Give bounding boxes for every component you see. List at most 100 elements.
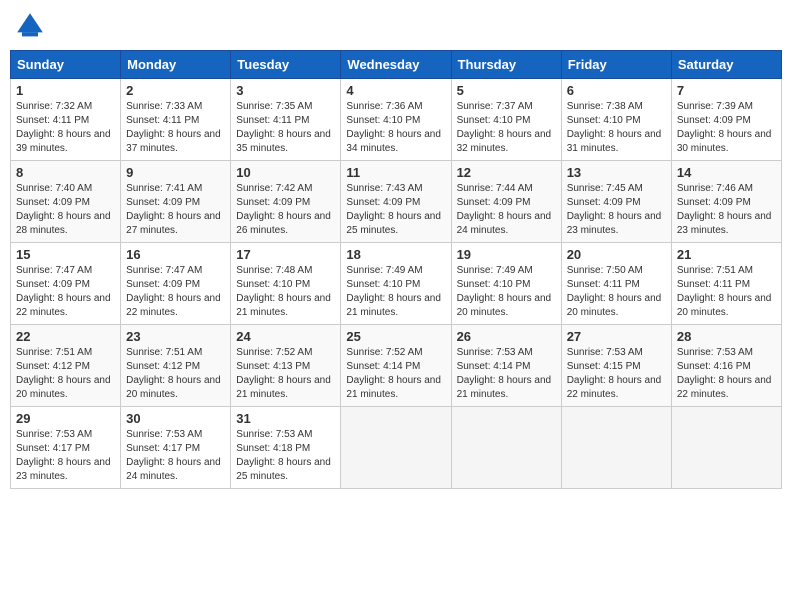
calendar-cell: 17 Sunrise: 7:48 AM Sunset: 4:10 PM Dayl… <box>231 243 341 325</box>
day-info: Sunrise: 7:47 AM Sunset: 4:09 PM Dayligh… <box>126 264 225 320</box>
daylight-label: Daylight: 8 hours and 21 minutes. <box>236 375 331 400</box>
calendar-cell: 9 Sunrise: 7:41 AM Sunset: 4:09 PM Dayli… <box>121 161 231 243</box>
sunrise-label: Sunrise: 7:51 AM <box>677 265 753 276</box>
sunrise-label: Sunrise: 7:39 AM <box>677 101 753 112</box>
daylight-label: Daylight: 8 hours and 22 minutes. <box>567 375 662 400</box>
weekday-header-saturday: Saturday <box>671 51 781 79</box>
calendar-cell: 31 Sunrise: 7:53 AM Sunset: 4:18 PM Dayl… <box>231 407 341 489</box>
weekday-header-thursday: Thursday <box>451 51 561 79</box>
sunset-label: Sunset: 4:17 PM <box>126 443 200 454</box>
sunrise-label: Sunrise: 7:46 AM <box>677 183 753 194</box>
sunrise-label: Sunrise: 7:42 AM <box>236 183 312 194</box>
calendar-cell: 19 Sunrise: 7:49 AM Sunset: 4:10 PM Dayl… <box>451 243 561 325</box>
daylight-label: Daylight: 8 hours and 25 minutes. <box>346 211 441 236</box>
day-number: 26 <box>457 329 556 344</box>
page-header <box>10 10 782 42</box>
day-info: Sunrise: 7:37 AM Sunset: 4:10 PM Dayligh… <box>457 100 556 156</box>
daylight-label: Daylight: 8 hours and 24 minutes. <box>457 211 552 236</box>
sunset-label: Sunset: 4:16 PM <box>677 361 751 372</box>
daylight-label: Daylight: 8 hours and 25 minutes. <box>236 457 331 482</box>
daylight-label: Daylight: 8 hours and 20 minutes. <box>457 293 552 318</box>
day-number: 29 <box>16 411 115 426</box>
sunset-label: Sunset: 4:18 PM <box>236 443 310 454</box>
day-info: Sunrise: 7:32 AM Sunset: 4:11 PM Dayligh… <box>16 100 115 156</box>
calendar-week-1: 1 Sunrise: 7:32 AM Sunset: 4:11 PM Dayli… <box>11 79 782 161</box>
calendar-cell: 18 Sunrise: 7:49 AM Sunset: 4:10 PM Dayl… <box>341 243 451 325</box>
sunrise-label: Sunrise: 7:53 AM <box>16 429 92 440</box>
sunset-label: Sunset: 4:17 PM <box>16 443 90 454</box>
daylight-label: Daylight: 8 hours and 24 minutes. <box>126 457 221 482</box>
sunset-label: Sunset: 4:11 PM <box>126 115 199 126</box>
weekday-header-sunday: Sunday <box>11 51 121 79</box>
daylight-label: Daylight: 8 hours and 21 minutes. <box>346 293 441 318</box>
day-number: 21 <box>677 247 776 262</box>
day-number: 5 <box>457 83 556 98</box>
sunset-label: Sunset: 4:09 PM <box>457 197 531 208</box>
daylight-label: Daylight: 8 hours and 20 minutes. <box>677 293 772 318</box>
calendar-cell: 14 Sunrise: 7:46 AM Sunset: 4:09 PM Dayl… <box>671 161 781 243</box>
day-info: Sunrise: 7:44 AM Sunset: 4:09 PM Dayligh… <box>457 182 556 238</box>
day-number: 19 <box>457 247 556 262</box>
calendar-cell: 29 Sunrise: 7:53 AM Sunset: 4:17 PM Dayl… <box>11 407 121 489</box>
day-number: 4 <box>346 83 445 98</box>
daylight-label: Daylight: 8 hours and 30 minutes. <box>677 129 772 154</box>
calendar-week-3: 15 Sunrise: 7:47 AM Sunset: 4:09 PM Dayl… <box>11 243 782 325</box>
day-number: 8 <box>16 165 115 180</box>
calendar-cell: 11 Sunrise: 7:43 AM Sunset: 4:09 PM Dayl… <box>341 161 451 243</box>
day-info: Sunrise: 7:45 AM Sunset: 4:09 PM Dayligh… <box>567 182 666 238</box>
sunset-label: Sunset: 4:10 PM <box>346 279 420 290</box>
sunrise-label: Sunrise: 7:47 AM <box>126 265 202 276</box>
calendar-cell: 24 Sunrise: 7:52 AM Sunset: 4:13 PM Dayl… <box>231 325 341 407</box>
sunset-label: Sunset: 4:10 PM <box>236 279 310 290</box>
sunrise-label: Sunrise: 7:32 AM <box>16 101 92 112</box>
sunset-label: Sunset: 4:09 PM <box>126 279 200 290</box>
sunset-label: Sunset: 4:12 PM <box>16 361 90 372</box>
day-number: 20 <box>567 247 666 262</box>
calendar-week-2: 8 Sunrise: 7:40 AM Sunset: 4:09 PM Dayli… <box>11 161 782 243</box>
sunrise-label: Sunrise: 7:35 AM <box>236 101 312 112</box>
sunrise-label: Sunrise: 7:44 AM <box>457 183 533 194</box>
day-number: 18 <box>346 247 445 262</box>
sunset-label: Sunset: 4:09 PM <box>677 197 751 208</box>
calendar-cell: 23 Sunrise: 7:51 AM Sunset: 4:12 PM Dayl… <box>121 325 231 407</box>
calendar-cell: 28 Sunrise: 7:53 AM Sunset: 4:16 PM Dayl… <box>671 325 781 407</box>
sunset-label: Sunset: 4:14 PM <box>457 361 531 372</box>
calendar-header-row: SundayMondayTuesdayWednesdayThursdayFrid… <box>11 51 782 79</box>
daylight-label: Daylight: 8 hours and 23 minutes. <box>16 457 111 482</box>
day-number: 11 <box>346 165 445 180</box>
day-info: Sunrise: 7:53 AM Sunset: 4:14 PM Dayligh… <box>457 346 556 402</box>
calendar-cell: 22 Sunrise: 7:51 AM Sunset: 4:12 PM Dayl… <box>11 325 121 407</box>
daylight-label: Daylight: 8 hours and 22 minutes. <box>16 293 111 318</box>
calendar-cell: 30 Sunrise: 7:53 AM Sunset: 4:17 PM Dayl… <box>121 407 231 489</box>
calendar-cell: 27 Sunrise: 7:53 AM Sunset: 4:15 PM Dayl… <box>561 325 671 407</box>
daylight-label: Daylight: 8 hours and 35 minutes. <box>236 129 331 154</box>
day-number: 31 <box>236 411 335 426</box>
day-number: 10 <box>236 165 335 180</box>
daylight-label: Daylight: 8 hours and 22 minutes. <box>677 375 772 400</box>
sunrise-label: Sunrise: 7:43 AM <box>346 183 422 194</box>
sunrise-label: Sunrise: 7:33 AM <box>126 101 202 112</box>
daylight-label: Daylight: 8 hours and 20 minutes. <box>16 375 111 400</box>
daylight-label: Daylight: 8 hours and 27 minutes. <box>126 211 221 236</box>
sunrise-label: Sunrise: 7:36 AM <box>346 101 422 112</box>
day-number: 23 <box>126 329 225 344</box>
calendar-cell: 10 Sunrise: 7:42 AM Sunset: 4:09 PM Dayl… <box>231 161 341 243</box>
calendar-cell: 5 Sunrise: 7:37 AM Sunset: 4:10 PM Dayli… <box>451 79 561 161</box>
calendar-cell: 8 Sunrise: 7:40 AM Sunset: 4:09 PM Dayli… <box>11 161 121 243</box>
sunset-label: Sunset: 4:12 PM <box>126 361 200 372</box>
daylight-label: Daylight: 8 hours and 23 minutes. <box>677 211 772 236</box>
day-info: Sunrise: 7:50 AM Sunset: 4:11 PM Dayligh… <box>567 264 666 320</box>
day-number: 12 <box>457 165 556 180</box>
calendar-cell: 12 Sunrise: 7:44 AM Sunset: 4:09 PM Dayl… <box>451 161 561 243</box>
day-info: Sunrise: 7:49 AM Sunset: 4:10 PM Dayligh… <box>457 264 556 320</box>
sunrise-label: Sunrise: 7:53 AM <box>236 429 312 440</box>
daylight-label: Daylight: 8 hours and 22 minutes. <box>126 293 221 318</box>
sunset-label: Sunset: 4:11 PM <box>236 115 309 126</box>
day-info: Sunrise: 7:53 AM Sunset: 4:17 PM Dayligh… <box>126 428 225 484</box>
sunrise-label: Sunrise: 7:50 AM <box>567 265 643 276</box>
calendar-cell: 15 Sunrise: 7:47 AM Sunset: 4:09 PM Dayl… <box>11 243 121 325</box>
calendar-cell: 21 Sunrise: 7:51 AM Sunset: 4:11 PM Dayl… <box>671 243 781 325</box>
calendar-cell: 2 Sunrise: 7:33 AM Sunset: 4:11 PM Dayli… <box>121 79 231 161</box>
day-info: Sunrise: 7:53 AM Sunset: 4:15 PM Dayligh… <box>567 346 666 402</box>
sunrise-label: Sunrise: 7:49 AM <box>457 265 533 276</box>
